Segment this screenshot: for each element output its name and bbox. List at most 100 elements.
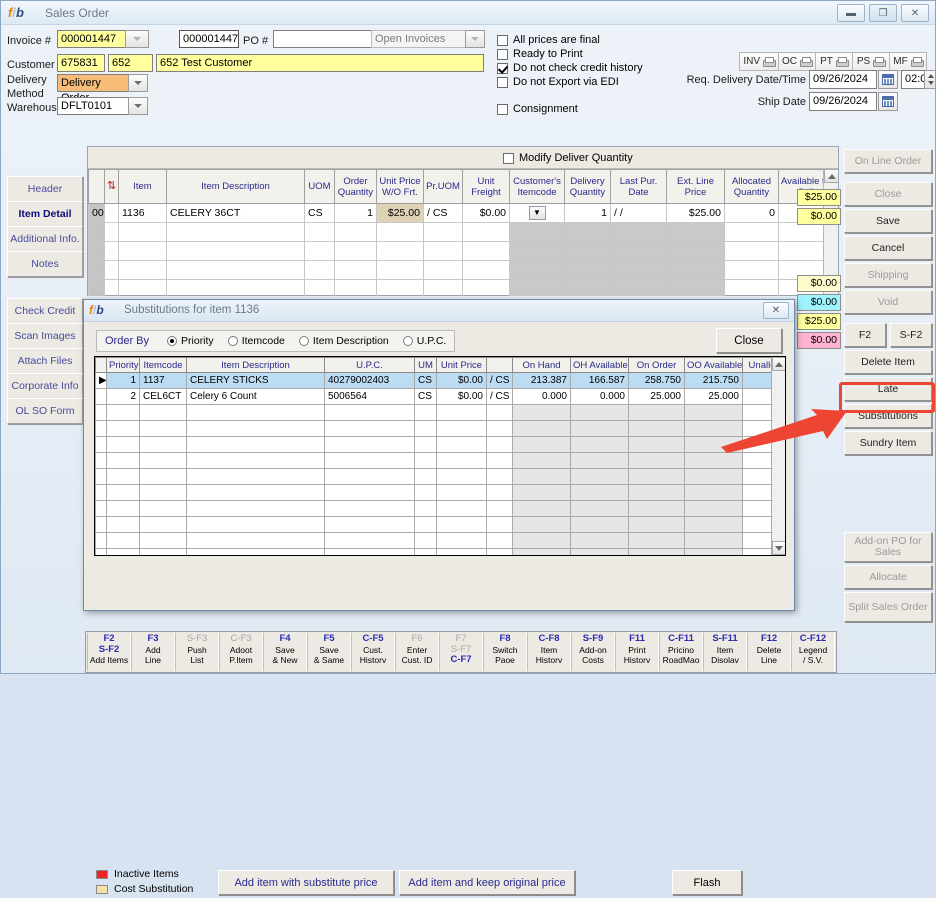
print-pt-button[interactable]: PT <box>815 52 853 71</box>
print-inv-button[interactable]: INV <box>739 52 779 71</box>
invoice-number-2[interactable]: 000001447 <box>179 30 239 48</box>
table-row[interactable] <box>96 421 787 437</box>
cell-ext-line-price[interactable]: $25.00 <box>667 204 725 223</box>
table-row[interactable]: 006 1136 CELERY 36CT CS 1 $25.00 / CS $0… <box>89 204 839 223</box>
invoice-filter-dropdown-icon[interactable] <box>465 30 485 48</box>
add-item-substitute-price-button[interactable]: Add item with substitute price <box>218 870 394 895</box>
col-unit-freight[interactable]: Unit Freight <box>463 170 510 204</box>
sidebar-item-header[interactable]: Header <box>7 176 83 202</box>
flash-button[interactable]: Flash <box>672 870 742 895</box>
shipping-button[interactable]: Shipping <box>844 263 932 287</box>
fkey-add-items[interactable]: F2 S-F2 Add Items <box>87 633 131 671</box>
fkey-delete-line[interactable]: F12 Delete Line <box>747 633 791 671</box>
col-order-quantity[interactable]: Order Quantity <box>335 170 377 204</box>
table-row[interactable] <box>96 549 787 557</box>
checkbox-do-not-export-edi[interactable]: Do not Export via EDI <box>497 76 619 88</box>
sub-col-description[interactable]: Item Description <box>187 358 325 373</box>
table-row[interactable]: 2 CEL6CT Celery 6 Count 5006564 CS $0.00… <box>96 389 787 405</box>
fkey-enter-cust-id[interactable]: F6 Enter Cust. ID <box>395 633 439 671</box>
fkey-item-history[interactable]: C-F8 Item Historv <box>527 633 571 671</box>
col-item[interactable]: Item <box>119 170 167 204</box>
cell-delivery-qty[interactable]: 1 <box>565 204 611 223</box>
radio-upc[interactable]: U.P.C. <box>403 335 447 347</box>
checkbox-all-prices-final[interactable]: All prices are final <box>497 34 600 46</box>
table-row[interactable] <box>96 453 787 469</box>
sidebar-item-check-credit[interactable]: Check Credit <box>7 298 83 324</box>
fkey-legend-sv[interactable]: C-F12 Legend / S.V. <box>791 633 835 671</box>
fkey-adopt-pitem[interactable]: C-F3 Adoot P.Item <box>219 633 263 671</box>
grid-sort-icon[interactable]: ⇅ <box>105 170 119 204</box>
sub-col-on-order[interactable]: On Order <box>629 358 685 373</box>
sidebar-item-additional-info[interactable]: Additional Info. <box>7 226 83 252</box>
online-order-button[interactable]: On Line Order <box>844 149 932 173</box>
invoice-dropdown-icon[interactable] <box>125 30 149 48</box>
cell-unit-price[interactable]: $0.00 <box>437 389 487 405</box>
cell-description[interactable]: CELERY 36CT <box>167 204 305 223</box>
cell-pr-uom[interactable]: / CS <box>424 204 463 223</box>
col-item-description[interactable]: Item Description <box>167 170 305 204</box>
cell-description[interactable]: Celery 6 Count <box>187 389 325 405</box>
dialog-close-button[interactable]: Close <box>716 328 782 353</box>
cell-pr-uom[interactable]: / CS <box>487 373 513 389</box>
table-row[interactable] <box>96 533 787 549</box>
cell-uom[interactable]: CS <box>305 204 335 223</box>
cell-um[interactable]: CS <box>415 389 437 405</box>
delivery-method-dropdown-icon[interactable] <box>128 74 148 92</box>
sub-col-unit-price[interactable]: Unit Price <box>437 358 487 373</box>
close-button[interactable]: Close <box>844 182 932 206</box>
table-row[interactable] <box>89 223 839 242</box>
sidebar-item-scan-images[interactable]: Scan Images <box>7 323 83 349</box>
calendar-icon[interactable] <box>878 70 898 89</box>
col-pr-uom[interactable]: Pr.UOM <box>424 170 463 204</box>
req-delivery-date-input[interactable]: 09/26/2024 <box>809 70 877 89</box>
col-allocated-quantity[interactable]: Allocated Quantity <box>725 170 779 204</box>
cell-on-order[interactable]: 25.000 <box>629 389 685 405</box>
calendar-icon[interactable] <box>878 92 898 111</box>
cell-order-qty[interactable]: 1 <box>335 204 377 223</box>
customer-name-input[interactable]: 652 Test Customer <box>156 54 484 72</box>
warehouse-dropdown-icon[interactable] <box>128 97 148 115</box>
col-ext-line-price[interactable]: Ext. Line Price <box>667 170 725 204</box>
allocate-button[interactable]: Allocate <box>844 565 932 589</box>
table-row[interactable] <box>96 437 787 453</box>
minimize-icon[interactable]: ▬ <box>837 4 865 22</box>
late-button[interactable]: Late <box>844 377 932 401</box>
table-row[interactable] <box>89 261 839 280</box>
table-row[interactable] <box>96 485 787 501</box>
fkey-switch-page[interactable]: F8 Switch Paoe <box>483 633 527 671</box>
cell-on-hand[interactable]: 0.000 <box>513 389 571 405</box>
sub-col-on-hand[interactable]: On Hand <box>513 358 571 373</box>
table-row[interactable]: ▶ 1 1137 CELERY STICKS 40279002403 CS $0… <box>96 373 787 389</box>
fkey-print-history[interactable]: F11 Print Historv <box>615 633 659 671</box>
cell-oo-available[interactable]: 215.750 <box>685 373 743 389</box>
col-last-pur-date[interactable]: Last Pur. Date <box>611 170 667 204</box>
cell-itemcode[interactable]: CEL6CT <box>140 389 187 405</box>
scroll-up-icon[interactable] <box>824 169 838 183</box>
dialog-close-icon[interactable]: ✕ <box>763 302 789 319</box>
table-row[interactable] <box>89 242 839 261</box>
cell-priority[interactable]: 2 <box>107 389 140 405</box>
cell-upc[interactable]: 40279002403 <box>325 373 415 389</box>
print-mf-button[interactable]: MF <box>889 52 927 71</box>
sub-col-pruom[interactable] <box>487 358 513 373</box>
cell-on-order[interactable]: 258.750 <box>629 373 685 389</box>
fkey-push-list[interactable]: S-F3 Push List <box>175 633 219 671</box>
print-oc-button[interactable]: OC <box>778 52 816 71</box>
delivery-method-select[interactable]: Delivery Order <box>57 74 129 92</box>
sub-col-upc[interactable]: U.P.C. <box>325 358 415 373</box>
time-spinner[interactable] <box>924 70 936 89</box>
cell-itemcode[interactable]: 1137 <box>140 373 187 389</box>
checkbox-consignment[interactable]: Consignment <box>497 103 578 115</box>
sidebar-item-corporate-info[interactable]: Corporate Info <box>7 373 83 399</box>
po-number-input[interactable] <box>273 30 381 48</box>
close-icon[interactable]: ✕ <box>901 4 929 22</box>
table-row[interactable] <box>96 501 787 517</box>
invoice-filter-select[interactable]: Open Invoices <box>371 30 467 48</box>
substitutions-scrollbar[interactable] <box>771 357 785 555</box>
ship-date-input[interactable]: 09/26/2024 <box>809 92 877 111</box>
sidebar-item-ol-so-form[interactable]: OL SO Form <box>7 398 83 424</box>
customer-code-input[interactable]: 675831 <box>57 54 105 72</box>
req-delivery-time-input[interactable]: 02:00 AM <box>901 70 925 89</box>
f2-button[interactable]: F2 <box>844 323 886 347</box>
maximize-icon[interactable]: ❐ <box>869 4 897 22</box>
